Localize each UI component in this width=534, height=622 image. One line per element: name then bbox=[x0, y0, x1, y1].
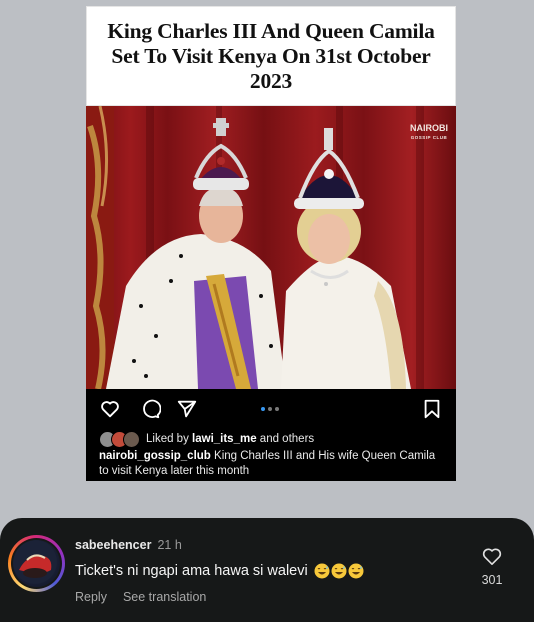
carousel-dot bbox=[268, 407, 272, 411]
reply-button[interactable]: Reply bbox=[75, 590, 107, 604]
laughing-sweat-emoji-icon bbox=[331, 563, 347, 579]
comment-like-count: 301 bbox=[481, 573, 503, 587]
royal-portrait-illustration bbox=[86, 106, 424, 389]
comment-username[interactable]: sabeehencer bbox=[75, 538, 151, 552]
post-caption: nairobi_gossip_club King Charles III and… bbox=[99, 449, 444, 479]
comment-header: sabeehencer 21 h bbox=[75, 538, 182, 552]
comment-emojis bbox=[314, 563, 364, 579]
nairobi-gossip-club-watermark: NAIROBI GOSSIP CLUB bbox=[410, 123, 448, 141]
laughing-sweat-emoji-icon bbox=[348, 563, 364, 579]
post-action-bar bbox=[86, 389, 456, 429]
heart-icon[interactable] bbox=[481, 546, 503, 566]
post-photo[interactable]: NAIROBI GOSSIP CLUB bbox=[86, 106, 456, 389]
comment-text: Ticket's ni ngapi ama hawa si walevi bbox=[75, 563, 308, 579]
comment-body: Ticket's ni ngapi ama hawa si walevi bbox=[75, 563, 364, 579]
laughing-sweat-emoji-icon bbox=[314, 563, 330, 579]
share-icon[interactable] bbox=[176, 398, 198, 420]
see-translation-button[interactable]: See translation bbox=[123, 590, 206, 604]
avatar bbox=[123, 430, 140, 448]
bookmark-icon[interactable] bbox=[421, 398, 443, 420]
avatar bbox=[13, 540, 60, 587]
carousel-indicator bbox=[261, 407, 279, 411]
comment-item: sabeehencer 21 h Ticket's ni ngapi ama ha… bbox=[0, 518, 534, 622]
caption-author[interactable]: nairobi_gossip_club bbox=[99, 450, 211, 462]
likes-text: Liked by lawi_its_me and others bbox=[146, 433, 315, 445]
comment-like: 301 bbox=[475, 546, 509, 587]
commenter-avatar-story-ring[interactable] bbox=[8, 535, 65, 592]
instagram-post-screenshot: King Charles III And Queen Camila Set To… bbox=[86, 6, 456, 481]
avatar-image bbox=[13, 540, 57, 584]
likes-summary[interactable]: Liked by lawi_its_me and others bbox=[99, 429, 449, 449]
carousel-dot bbox=[275, 407, 279, 411]
heart-icon[interactable] bbox=[99, 398, 121, 420]
carousel-dot-active bbox=[261, 407, 265, 411]
liker-avatars bbox=[99, 430, 140, 448]
comment-timestamp: 21 h bbox=[157, 538, 182, 552]
liker-username[interactable]: lawi_its_me bbox=[192, 433, 257, 445]
comment-actions: Reply See translation bbox=[75, 590, 206, 604]
comment-icon[interactable] bbox=[139, 398, 161, 420]
post-headline-banner: King Charles III And Queen Camila Set To… bbox=[86, 6, 456, 106]
post-headline: King Charles III And Queen Camila Set To… bbox=[107, 18, 435, 93]
